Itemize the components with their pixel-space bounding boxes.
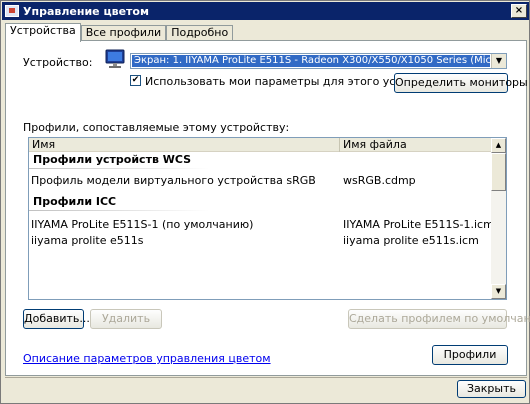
profiles-caption: Профили, сопоставляемые этому устройству… — [23, 121, 290, 134]
group-divider — [29, 168, 209, 169]
close-window-icon[interactable]: × — [511, 4, 527, 18]
color-management-app-icon — [5, 5, 19, 17]
profiles-scrollbar[interactable]: ▲ ▼ — [491, 138, 506, 299]
scroll-thumb[interactable] — [491, 153, 506, 191]
identify-monitors-button[interactable]: Определить мониторы — [394, 73, 528, 93]
tab-devices[interactable]: Устройства — [5, 23, 81, 42]
device-dropdown-value: Экран: 1. IIYAMA ProLite E511S - Radeon … — [132, 55, 490, 67]
color-management-window: Управление цветом × Устройства Все профи… — [0, 0, 530, 404]
help-link[interactable]: Описание параметров управления цветом — [23, 352, 271, 365]
profile-name: Профиль модели виртуального устройства s… — [31, 174, 316, 187]
device-label: Устройство: — [23, 56, 93, 69]
list-item[interactable]: IIYAMA ProLite E511S-1 (по умолчанию) II… — [29, 218, 494, 232]
use-my-settings-checkbox[interactable]: ✔ — [130, 75, 141, 86]
scroll-down-icon[interactable]: ▼ — [491, 284, 506, 299]
group-title: Профили ICC — [33, 195, 117, 208]
monitor-icon — [105, 49, 125, 68]
list-item[interactable]: Профиль модели виртуального устройства s… — [29, 174, 493, 188]
profile-name: IIYAMA ProLite E511S-1 (по умолчанию) — [31, 218, 254, 231]
profile-name: iiyama prolite e511s — [31, 234, 144, 247]
profiles-list-header: Имя Имя файла — [29, 138, 493, 152]
footer-divider — [5, 377, 527, 378]
device-dropdown[interactable]: Экран: 1. IIYAMA ProLite E511S - Radeon … — [130, 53, 507, 69]
group-divider — [29, 210, 209, 211]
tab-strip: Устройства Все профили Подробно — [5, 23, 234, 42]
title-bar[interactable]: Управление цветом × — [2, 2, 529, 20]
tab-all-profiles[interactable]: Все профили — [80, 25, 167, 41]
column-header-name[interactable]: Имя — [29, 138, 340, 152]
close-button[interactable]: Закрыть — [457, 380, 526, 398]
profile-filename: wsRGB.cdmp — [343, 174, 416, 187]
add-profile-button[interactable]: Добавить... — [23, 309, 90, 329]
profile-filename: IIYAMA ProLite E511S-1.icm — [343, 218, 494, 231]
profile-filename: iiyama prolite e511s.icm — [343, 234, 479, 247]
list-item[interactable]: iiyama prolite e511s iiyama prolite e511… — [29, 234, 493, 248]
column-header-filename[interactable]: Имя файла — [340, 138, 493, 152]
scroll-up-icon[interactable]: ▲ — [491, 138, 506, 153]
chevron-down-icon[interactable]: ▼ — [491, 54, 506, 68]
group-header-icc: Профили ICC — [29, 195, 493, 209]
set-default-profile-button[interactable]: Сделать профилем по умолчанию — [348, 309, 530, 329]
group-title: Профили устройств WCS — [33, 153, 192, 166]
window-title: Управление цветом — [23, 4, 149, 18]
profiles-button[interactable]: Профили — [432, 345, 508, 365]
remove-profile-button[interactable]: Удалить — [90, 309, 162, 329]
tab-advanced[interactable]: Подробно — [166, 25, 234, 41]
group-header-wcs: Профили устройств WCS — [29, 153, 493, 167]
profiles-list[interactable]: Имя Имя файла Профили устройств WCS Проф… — [28, 137, 507, 300]
